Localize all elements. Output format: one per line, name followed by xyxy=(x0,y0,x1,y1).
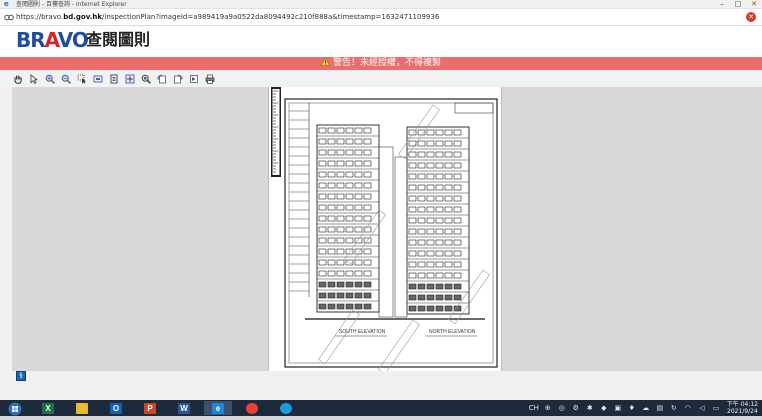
network-icon[interactable]: ▣ xyxy=(612,403,624,413)
taskbar-outlook-icon[interactable]: O xyxy=(102,401,130,415)
volume-icon[interactable]: ◁ xyxy=(696,403,708,413)
app-tray-icon[interactable]: ◆ xyxy=(598,403,610,413)
taskbar-word-icon[interactable]: W xyxy=(170,401,198,415)
page-indicator-icon[interactable]: § xyxy=(16,371,26,381)
window-controls: – □ ✕ xyxy=(714,0,762,9)
close-tab-button[interactable]: ✕ xyxy=(746,12,756,22)
clock-time: 下午 04:12 xyxy=(726,401,758,408)
site-security-icon xyxy=(4,13,14,22)
actual-size-icon[interactable] xyxy=(122,72,137,86)
flip-icon[interactable] xyxy=(186,72,201,86)
warning-icon xyxy=(320,57,330,66)
select-icon[interactable] xyxy=(74,72,89,86)
zoom-in-icon[interactable] xyxy=(42,72,57,86)
system-tray: CH ⊕ ◎ ⚙ ✱ ◆ ▣ ♦ ☁ ▤ ↻ ◠ ◁ ▭ 下午 04:12 20… xyxy=(527,400,762,416)
minimize-button[interactable]: – xyxy=(714,0,730,9)
address-bar[interactable]: https://bravo.bd.gov.hk/inspectionPlan?i… xyxy=(0,9,762,26)
clock[interactable]: 下午 04:12 2021/9/24 xyxy=(723,401,762,415)
browser-window: e 查閱圖則 - 百樓查詢 - Internet Explorer – □ ✕ … xyxy=(0,0,762,400)
bluetooth-icon[interactable]: ✱ xyxy=(584,403,596,413)
site-header: BRAVO 查閱圖則 xyxy=(0,26,762,57)
pointer-icon[interactable] xyxy=(26,72,41,86)
bravo-logo[interactable]: BRAVO xyxy=(16,29,89,51)
printer-icon[interactable]: ▤ xyxy=(654,403,666,413)
title-bar: e 查閱圖則 - 百樓查詢 - Internet Explorer – □ ✕ xyxy=(0,0,762,9)
building-elevation-drawing: SOUTH ELEVATION NORTH ELEVATION xyxy=(271,87,498,375)
settings-icon[interactable]: ⚙ xyxy=(570,403,582,413)
warning-banner: 警告！未經授權，不得複製 xyxy=(0,57,762,70)
zoom-out-icon[interactable] xyxy=(58,72,73,86)
caption-left: SOUTH ELEVATION xyxy=(339,329,386,335)
clock-date: 2021/9/24 xyxy=(727,408,758,415)
battery-icon[interactable]: ▭ xyxy=(710,403,722,413)
page-title: 查閱圖則 xyxy=(86,30,151,49)
warning-text: 警告！未經授權，不得複製 xyxy=(332,58,441,68)
caption-right: NORTH ELEVATION xyxy=(429,329,476,335)
ie-logo-icon: e xyxy=(4,0,9,8)
taskbar-powerpoint-icon[interactable]: P xyxy=(136,401,164,415)
window-title: 查閱圖則 - 百樓查詢 - Internet Explorer xyxy=(16,1,127,8)
sync-icon[interactable]: ↻ xyxy=(668,403,680,413)
rotate-right-icon[interactable] xyxy=(170,72,185,86)
maximize-button[interactable]: □ xyxy=(730,0,746,9)
security-icon[interactable]: ♦ xyxy=(626,403,638,413)
chat-icon[interactable]: ◎ xyxy=(556,403,568,413)
taskbar-excel-icon[interactable]: X xyxy=(34,401,62,415)
document-viewer[interactable]: SOUTH ELEVATION NORTH ELEVATION xyxy=(12,87,762,375)
wifi-icon[interactable]: ◠ xyxy=(682,403,694,413)
cloud-icon[interactable]: ☁ xyxy=(640,403,652,413)
rotate-left-icon[interactable] xyxy=(154,72,169,86)
taskbar-internet-explorer-icon[interactable]: e xyxy=(204,401,232,415)
windows-start-icon[interactable] xyxy=(8,401,22,416)
language-indicator[interactable]: CH xyxy=(528,403,540,413)
pan-hand-icon[interactable] xyxy=(10,72,25,86)
magnify-icon[interactable] xyxy=(138,72,153,86)
viewer-toolbar xyxy=(0,70,762,87)
fit-page-icon[interactable] xyxy=(90,72,105,86)
close-window-button[interactable]: ✕ xyxy=(746,0,762,9)
url-text[interactable]: https://bravo.bd.gov.hk/inspectionPlan?i… xyxy=(16,9,439,26)
taskbar-file-explorer-icon[interactable] xyxy=(68,401,96,415)
print-icon[interactable] xyxy=(202,72,217,86)
building-plan-page: SOUTH ELEVATION NORTH ELEVATION xyxy=(268,87,502,375)
taskbar-edge-icon[interactable] xyxy=(272,401,300,415)
windows-taskbar: X OPWe CH ⊕ ◎ ⚙ ✱ ◆ ▣ ♦ ☁ ▤ ↻ ◠ ◁ ▭ 下午 04… xyxy=(0,400,762,416)
fit-width-icon[interactable] xyxy=(106,72,121,86)
ime-icon[interactable]: ⊕ xyxy=(542,403,554,413)
taskbar-chrome-icon[interactable] xyxy=(238,401,266,415)
